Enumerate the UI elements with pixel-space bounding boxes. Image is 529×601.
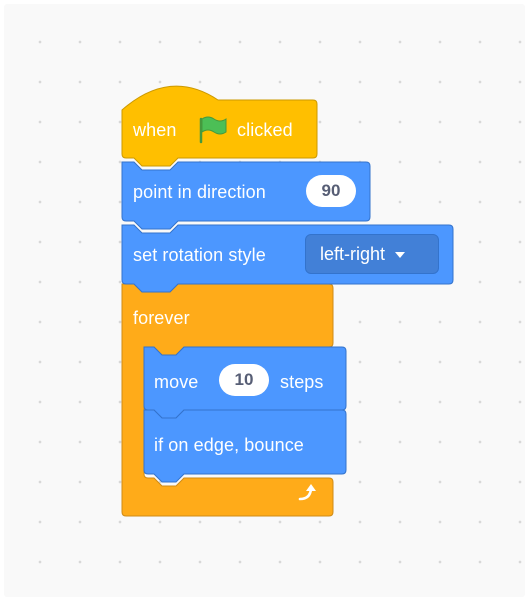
- hat-when-label: when: [133, 120, 177, 140]
- direction-input[interactable]: 90: [306, 175, 356, 207]
- steps-input[interactable]: 10: [219, 364, 269, 396]
- code-area[interactable]: when clicked point in direction 90 set r…: [4, 4, 525, 597]
- rotation-style-label: set rotation style: [133, 245, 266, 265]
- steps-label: steps: [280, 372, 324, 392]
- forever-label: forever: [133, 308, 190, 328]
- rotation-style-dropdown[interactable]: left-right: [305, 234, 439, 274]
- bounce-label: if on edge, bounce: [154, 435, 304, 455]
- move-label: move: [154, 372, 199, 392]
- chevron-down-icon: [395, 252, 406, 258]
- hat-clicked-label: clicked: [237, 120, 293, 140]
- rotation-style-value: left-right: [320, 243, 386, 264]
- point-direction-label: point in direction: [133, 182, 266, 202]
- block-stack: [121, 85, 454, 517]
